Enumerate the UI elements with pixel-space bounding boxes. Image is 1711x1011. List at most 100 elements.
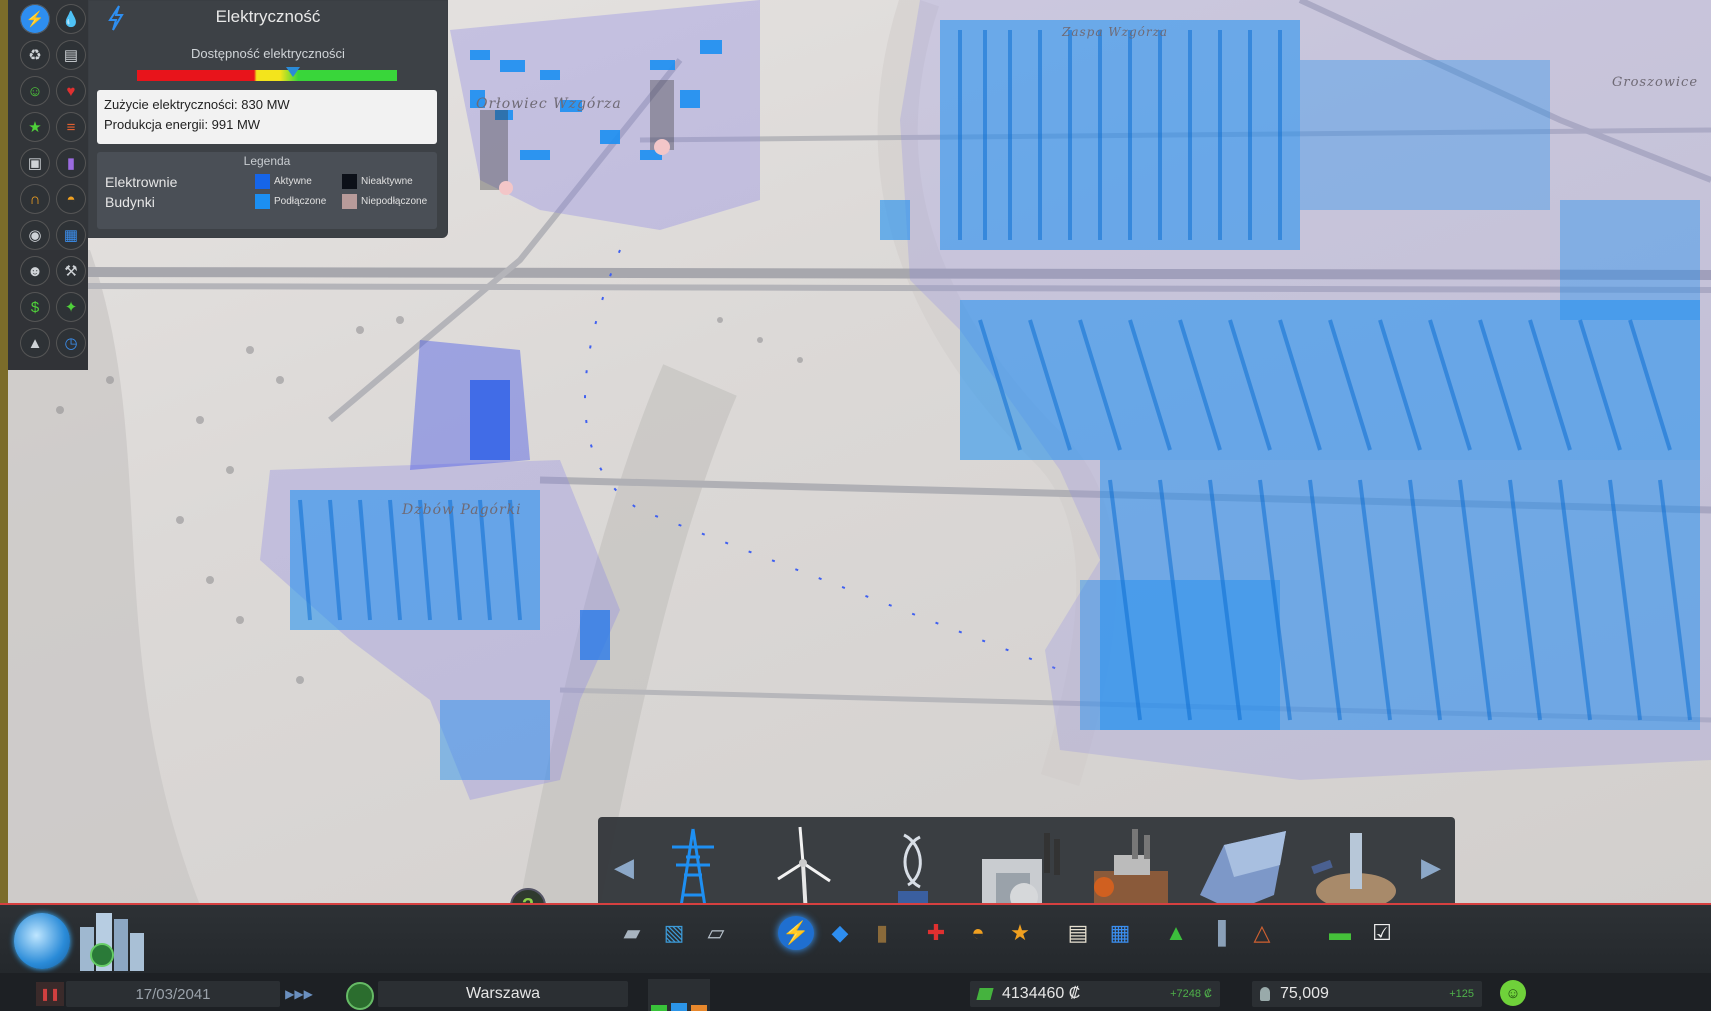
terrain-view-button[interactable]: ▲	[20, 328, 50, 358]
robber-icon: ◉	[28, 227, 42, 244]
fire-category[interactable]: ◓	[960, 916, 996, 950]
noise-view-button[interactable]: ∩	[20, 184, 50, 214]
panel-title: Elektryczność	[215, 7, 321, 26]
legend-label: Aktywne	[274, 176, 312, 187]
electricity-icon: ⚡	[25, 11, 45, 28]
wind-view-button[interactable]: ≡	[56, 112, 86, 142]
checklist-icon: ☑	[1372, 920, 1392, 945]
commercial-demand-bar	[671, 1003, 687, 1011]
chirper-icon[interactable]	[346, 982, 374, 1010]
unique-buildings-category[interactable]: ▐	[1200, 916, 1236, 950]
book-icon: ▤	[63, 47, 79, 64]
parks-category[interactable]: ▲	[1158, 916, 1194, 950]
monument-icon: ▐	[1210, 920, 1226, 945]
money-category[interactable]: ▬	[1322, 916, 1358, 950]
city-skyline-icon[interactable]	[72, 905, 162, 971]
education-view-button[interactable]: ▤	[56, 40, 86, 70]
health-view-button[interactable]: ♥	[56, 76, 86, 106]
fire-helmet-icon: ◓	[66, 190, 76, 208]
levels-view-button[interactable]: ◷	[56, 328, 86, 358]
districts-view-button[interactable]: ✦	[56, 292, 86, 322]
map-pieces-icon: ✦	[64, 299, 78, 316]
person-icon: ☻	[27, 262, 43, 280]
road-icon: ▰	[623, 920, 641, 945]
happiness-view-button[interactable]: ☺	[20, 76, 50, 106]
healthcare-category[interactable]: ✚	[918, 916, 954, 950]
pause-button[interactable]: ❚❚	[36, 982, 64, 1006]
education-category[interactable]: ▤	[1060, 916, 1096, 950]
bus-icon: ▦	[1109, 920, 1131, 945]
police-badge-icon: ★	[1010, 920, 1030, 945]
garbage-icon: ▮	[875, 920, 889, 945]
population-view-button[interactable]: ☻	[20, 256, 50, 286]
scroll-right-arrow[interactable]: ▶	[1421, 852, 1441, 882]
police-category[interactable]: ★	[1002, 916, 1038, 950]
district-label: Zaspa Wzgórza	[1062, 25, 1169, 39]
globe-menu-button[interactable]	[14, 913, 70, 969]
star-icon: ★	[28, 119, 42, 136]
land-value-view-button[interactable]: $	[20, 292, 50, 322]
district-label: Orłowiec Wzgórza	[476, 96, 622, 112]
headphones-icon: ∩	[29, 190, 41, 208]
traffic-view-button[interactable]: ▣	[20, 148, 50, 178]
fire-view-button[interactable]: ◓	[56, 184, 86, 214]
book-icon: ▤	[1067, 920, 1089, 945]
city-name: Warszawa	[465, 985, 541, 1002]
legend-swatch	[342, 194, 357, 209]
production-text: Produkcja energii: 991 MW	[104, 117, 261, 132]
electricity-view-button[interactable]: ⚡	[20, 4, 50, 34]
roads-category[interactable]: ▰	[614, 916, 650, 950]
money-delta: +7248 ₡	[1170, 988, 1212, 1000]
car-icon: ▣	[27, 155, 43, 172]
monuments-category[interactable]: △	[1244, 916, 1280, 950]
garbage-category[interactable]: ▮	[864, 916, 900, 950]
attractiveness-view-button[interactable]: ★	[20, 112, 50, 142]
legend-label: Podłączone	[274, 196, 327, 207]
zoning-category[interactable]: ▧	[656, 916, 692, 950]
zoning-icon: ▧	[663, 920, 685, 945]
bus-icon: ▦	[63, 227, 79, 244]
districts-category[interactable]: ▱	[698, 916, 734, 950]
legend-item-inactive: Nieaktywne	[342, 174, 413, 189]
legend-row-buildings: Budynki	[105, 194, 155, 210]
terrain-icon: ▲	[27, 334, 43, 352]
water-category[interactable]: ◆	[822, 916, 858, 950]
water-view-button[interactable]: 💧	[56, 4, 86, 34]
availability-marker	[286, 67, 300, 77]
date-text: 17/03/2041	[135, 985, 211, 1003]
electricity-info-panel: Elektryczność Dostępność elektryczności …	[88, 0, 448, 238]
industrial-demand-bar	[691, 1005, 707, 1011]
fire-helmet-icon: ◓	[971, 920, 985, 945]
water-drop-icon: 💧	[61, 11, 81, 28]
availability-label: Dostępność elektryczności	[191, 46, 345, 61]
availability-bar	[137, 67, 397, 81]
city-name-field[interactable]: Warszawa	[378, 981, 628, 1007]
legend-item-connected: Podłączone	[255, 194, 326, 209]
population-delta: +125	[1449, 988, 1474, 1000]
water-drop-icon: ◆	[831, 920, 849, 945]
legend-title: Legenda	[243, 154, 291, 168]
crime-view-button[interactable]: ◉	[20, 220, 50, 250]
transport-view-button[interactable]: ▦	[56, 220, 86, 250]
speed-button[interactable]: ▶▶▶	[282, 982, 316, 1006]
electricity-category[interactable]: ⚡	[778, 916, 814, 950]
lightning-icon: ⚡	[782, 920, 810, 945]
clock-icon: ◷	[64, 335, 78, 352]
medical-icon: ✚	[926, 920, 946, 945]
tree-icon: ▲	[1165, 920, 1187, 945]
money-icon: ▬	[1329, 920, 1351, 945]
legend-swatch	[255, 194, 270, 209]
scroll-left-arrow[interactable]: ◀	[614, 852, 634, 882]
pollution-view-button[interactable]: ▮	[56, 148, 86, 178]
bottom-toolbar: ▰ ▧ ▱ ⚡ ◆ ▮ ✚ ◓ ★ ▤ ▦ ▲ ▐ △ ▬ ☑	[0, 903, 1711, 975]
resources-view-button[interactable]: ⚒	[56, 256, 86, 286]
window-edge	[0, 0, 8, 905]
legend-swatch	[342, 174, 357, 189]
garbage-view-button[interactable]: ♻	[20, 40, 50, 70]
public-transport-category[interactable]: ▦	[1102, 916, 1138, 950]
milestones-category[interactable]: ☑	[1364, 916, 1400, 950]
population-text: 75,009	[1280, 985, 1329, 1002]
legend-label: Nieaktywne	[361, 176, 413, 187]
smiley-icon: ☺	[27, 82, 43, 100]
happiness-icon[interactable]: ☺	[1500, 980, 1526, 1006]
